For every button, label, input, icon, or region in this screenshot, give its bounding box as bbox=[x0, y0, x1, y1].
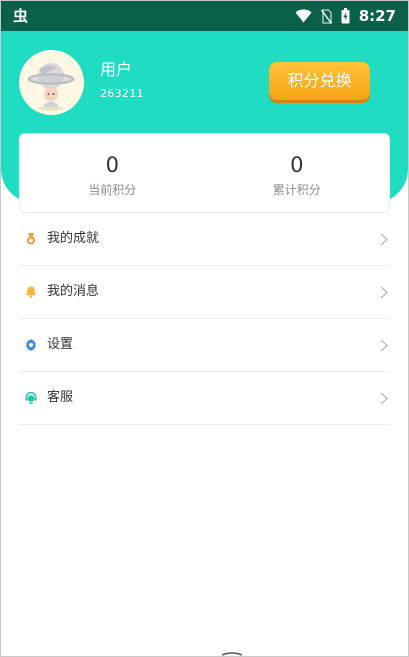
current-points: 0 当前积分 bbox=[20, 134, 205, 212]
points-summary-card: 0 当前积分 0 累计积分 bbox=[19, 133, 390, 213]
status-bar: 虫 8:27 bbox=[1, 1, 408, 31]
menu-item-settings[interactable]: 设置 bbox=[19, 319, 390, 372]
chevron-right-icon bbox=[380, 392, 388, 405]
menu-item-messages[interactable]: 我的消息 bbox=[19, 266, 390, 319]
menu-item-label: 设置 bbox=[47, 337, 74, 352]
planet-avatar-icon bbox=[19, 50, 84, 115]
total-points-label: 累计积分 bbox=[272, 183, 321, 197]
chevron-right-icon bbox=[380, 233, 388, 246]
app-notification-icon: 虫 bbox=[13, 7, 29, 25]
app-screen: 虫 8:27 用户 263211 积分兑换 0 当前积分 0 累计积分 我的成就… bbox=[0, 0, 409, 657]
avatar[interactable] bbox=[19, 50, 84, 115]
points-exchange-button[interactable]: 积分兑换 bbox=[269, 62, 370, 100]
menu-item-label: 我的消息 bbox=[47, 284, 100, 299]
menu-item-label: 客服 bbox=[47, 390, 74, 405]
menu-item-label: 我的成就 bbox=[47, 231, 100, 246]
bottom-edge-mark bbox=[221, 652, 243, 656]
clock-time: 8:27 bbox=[358, 7, 396, 25]
username: 用户 bbox=[100, 60, 133, 79]
total-points: 0 累计积分 bbox=[205, 134, 390, 212]
current-points-label: 当前积分 bbox=[88, 183, 137, 197]
bell-icon bbox=[25, 286, 37, 298]
menu-item-achievements[interactable]: 我的成就 bbox=[19, 213, 390, 266]
battery-charging-icon bbox=[341, 8, 350, 24]
user-id: 263211 bbox=[100, 87, 144, 100]
customer-service-icon bbox=[25, 392, 37, 404]
total-points-value: 0 bbox=[290, 153, 304, 177]
current-points-value: 0 bbox=[105, 153, 119, 177]
medal-icon bbox=[27, 233, 35, 245]
menu-list: 我的成就 我的消息 设置 客服 bbox=[19, 213, 390, 425]
menu-item-customer-service[interactable]: 客服 bbox=[19, 372, 390, 425]
chevron-right-icon bbox=[380, 286, 388, 299]
no-sim-icon bbox=[320, 8, 332, 24]
gear-icon bbox=[26, 339, 36, 351]
wifi-icon bbox=[295, 9, 312, 23]
chevron-right-icon bbox=[380, 339, 388, 352]
status-icons: 8:27 bbox=[295, 6, 396, 26]
